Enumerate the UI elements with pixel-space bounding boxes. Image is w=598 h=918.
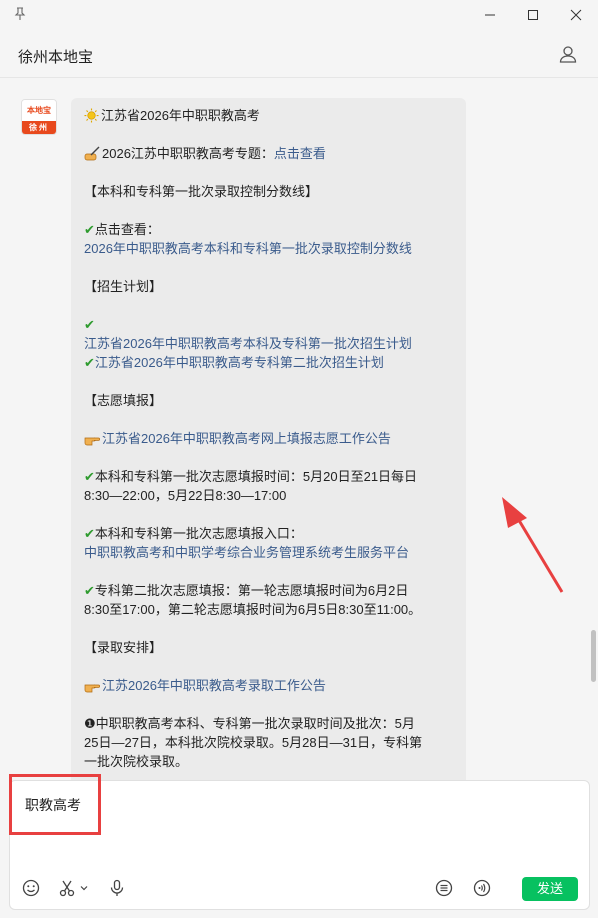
plan1-check-line: ✔ (84, 315, 456, 334)
message-title: 江苏省2026年中职职教高考 (101, 108, 260, 123)
entry-line: ✔本科和专科第一批次志愿填报入口： (84, 526, 303, 541)
notice-link[interactable]: 江苏省2026年中职职教高考网上填报志愿工作公告 (102, 431, 391, 446)
emoji-button[interactable] (21, 878, 41, 898)
message-title-line: 江苏省2026年中职职教高考 (84, 106, 456, 125)
topic-link[interactable]: 点击查看 (274, 146, 326, 161)
message-bubble: 江苏省2026年中职职教高考 2026江苏中职职教高考专题：点击查看 【本科和专… (71, 98, 466, 780)
check-icon: ✔ (84, 469, 95, 484)
fill-time-line1: ✔本科和专科第一批次志愿填报时间：5月20日至21日每日 (84, 469, 418, 484)
platform-link[interactable]: 中职职教高考和中职学考综合业务管理系统考生服务平台 (84, 543, 456, 562)
scissors-icon (59, 880, 75, 897)
item1-line3: 一批次院校录取。 (84, 754, 189, 769)
message-list[interactable]: 本地宝 徐州 江苏省2026年中职职教高考 2026江苏中职职教高考专题：点击查… (0, 79, 598, 780)
pointing-hand-icon (84, 684, 100, 693)
section-fill-heading: 【志愿填报】 (84, 393, 163, 408)
chevron-down-icon (80, 886, 88, 891)
topic-line: 2026江苏中职职教高考专题：点击查看 (84, 144, 456, 163)
item1-line2: 25日—27日，本科批次院校录取。5月28日—31日，专科第 (84, 735, 423, 750)
check-icon: ✔ (84, 583, 95, 598)
pointing-hand-icon (84, 437, 100, 446)
send-button[interactable]: 发送 (522, 877, 578, 901)
writing-hand-icon (84, 146, 100, 161)
view-label: 点击查看： (94, 222, 160, 237)
second-batch-line2: 8:30至17:00，第二轮志愿填报时间为6月5日8:30至11:00。 (84, 602, 422, 617)
chat-title: 徐州本地宝 (18, 49, 94, 66)
maximize-icon (528, 10, 538, 20)
minimize-button[interactable] (477, 4, 503, 26)
voice-wave-icon (473, 879, 491, 897)
avatar-city: 徐州 (22, 121, 56, 134)
voice-input-button[interactable] (107, 878, 127, 898)
fill-time-line2: 8:30—22:00，5月22日8:30—17:00 (84, 488, 287, 503)
view-line: ✔点击查看： (84, 220, 456, 239)
smiley-icon (22, 879, 40, 897)
scoreline-link[interactable]: 2026年中职职教高考本科和专科第一批次录取控制分数线 (84, 239, 456, 258)
avatar[interactable]: 本地宝 徐州 (21, 99, 57, 135)
sun-icon (84, 108, 99, 123)
check-icon: ✔ (84, 526, 95, 541)
section-plan-heading: 【招生计划】 (84, 279, 163, 294)
chat-history-button[interactable] (434, 878, 454, 898)
check-icon: ✔ (84, 355, 95, 370)
avatar-logo: 本地宝 (27, 106, 51, 115)
voice-call-button[interactable] (472, 878, 492, 898)
screenshot-button[interactable] (57, 878, 77, 898)
check-icon: ✔ (84, 222, 95, 237)
maximize-button[interactable] (520, 4, 546, 26)
scrollbar-thumb[interactable] (591, 630, 596, 682)
chat-header: 徐州本地宝 (0, 30, 598, 78)
plan2-line: ✔江苏省2026年中职职教高考专科第二批次招生计划 (84, 353, 456, 372)
minimize-icon (485, 14, 495, 16)
admission-line: 江苏2026年中职职教高考录取工作公告 (84, 676, 456, 695)
notice-line: 江苏省2026年中职职教高考网上填报志愿工作公告 (84, 429, 456, 448)
list-icon (435, 879, 453, 897)
close-button[interactable] (563, 4, 589, 26)
close-icon (570, 9, 582, 21)
plan1-link[interactable]: 江苏省2026年中职职教高考本科及专科第一批次招生计划 (84, 334, 456, 353)
section-admission-heading: 【录取安排】 (84, 640, 163, 655)
plan2-link[interactable]: 江苏省2026年中职职教高考专科第二批次招生计划 (95, 355, 384, 370)
section-scoreline-heading: 【本科和专科第一批次录取控制分数线】 (84, 184, 319, 199)
admission-link[interactable]: 江苏2026年中职职教高考录取工作公告 (102, 678, 326, 693)
topic-prefix: 2026江苏中职职教高考专题： (102, 146, 274, 161)
check-icon: ✔ (84, 317, 95, 332)
title-bar (0, 0, 598, 30)
pin-icon[interactable] (14, 7, 26, 21)
microphone-icon (110, 879, 124, 896)
item1-line1: ❶中职职教高考本科、专科第一批次录取时间及批次：5月 (84, 716, 415, 731)
annotation-highlight-box (9, 774, 101, 835)
second-batch-line1: ✔专科第二批次志愿填报：第一轮志愿填报时间为6月2日 (84, 583, 409, 598)
screenshot-options-button[interactable] (78, 878, 90, 898)
user-profile-icon[interactable] (558, 44, 578, 64)
